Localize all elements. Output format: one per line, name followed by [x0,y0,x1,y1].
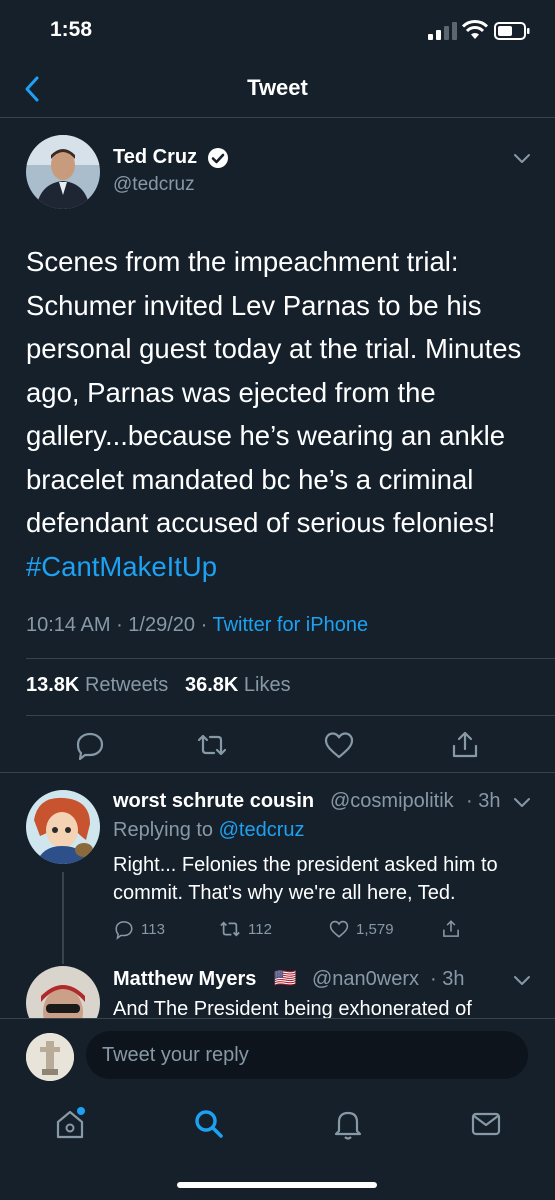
reply-retweet-button[interactable]: 112 [218,916,272,942]
reply-avatar[interactable] [26,790,100,864]
chevron-down-icon[interactable] [511,970,533,990]
retweets-stat[interactable]: 13.8K Retweets [26,674,168,696]
reply-author-name[interactable]: Matthew Myers [113,968,256,991]
home-icon[interactable] [52,1106,88,1142]
tweet-date: 1/29/20 [128,614,196,636]
author-name[interactable]: Ted Cruz [113,146,197,169]
page-title: Tweet [247,75,308,100]
replying-to-handle[interactable]: @tedcruz [219,819,305,841]
hashtag-link[interactable]: #CantMakeItUp [26,551,217,582]
chevron-down-icon[interactable] [511,148,533,168]
likes-stat[interactable]: 36.8K Likes [185,674,291,696]
status-bar: 1:58 [0,0,555,60]
tweet-text: Scenes from the impeachment trial: Schum… [26,240,536,588]
reply-age: · 3h [466,790,501,812]
reply-age: · 3h [430,968,465,990]
reply-text: Right... Felonies the president asked hi… [113,854,498,904]
heart-icon[interactable] [322,728,356,762]
retweet-icon [220,921,240,937]
divider [0,772,555,773]
heart-icon [329,920,349,938]
verified-badge-icon [208,148,228,168]
battery-icon [494,22,530,40]
reply-author-handle[interactable]: @cosmipolitik [330,790,454,813]
envelope-icon[interactable] [468,1106,504,1142]
reply-author-name[interactable]: worst schrute cousin [113,790,314,813]
status-time: 1:58 [50,18,93,41]
reply-bubble-icon [115,921,133,940]
share-icon[interactable] [448,728,482,762]
retweet-icon[interactable] [195,728,229,762]
tweet-body: Scenes from the impeachment trial: Schum… [26,246,522,538]
divider [26,715,555,716]
home-indicator [177,1182,377,1188]
reply-share-button[interactable] [440,916,462,942]
author-avatar[interactable] [26,135,100,209]
thread-line [62,872,64,964]
tweet-source-link[interactable]: Twitter for iPhone [212,614,368,636]
chevron-down-icon[interactable] [511,792,533,812]
replying-to: Replying to @tedcruz [113,819,305,841]
tweet-time: 10:14 AM [26,614,111,636]
wifi-icon [462,20,488,39]
author-handle[interactable]: @tedcruz [113,174,195,196]
search-icon[interactable] [191,1106,227,1142]
tweet-stats: 13.8K Retweets 36.8K Likes [26,674,291,697]
reply-bubble-icon[interactable] [73,728,107,762]
tweet-meta: 10:14 AM · 1/29/20 · Twitter for iPhone [26,614,369,636]
divider [26,658,555,659]
reply-author-handle[interactable]: @nan0werx [312,968,419,991]
reply-reply-button[interactable]: 113 [113,916,165,942]
share-icon [443,920,459,937]
reply-input[interactable] [86,1031,528,1079]
navigation-bar: Tweet [0,60,555,118]
user-avatar[interactable] [26,1033,74,1081]
us-flag-icon: 🇺🇸 [274,968,297,988]
bell-icon[interactable] [330,1106,366,1142]
cellular-signal-icon [428,22,457,40]
reply-like-button[interactable]: 1,579 [328,916,394,942]
